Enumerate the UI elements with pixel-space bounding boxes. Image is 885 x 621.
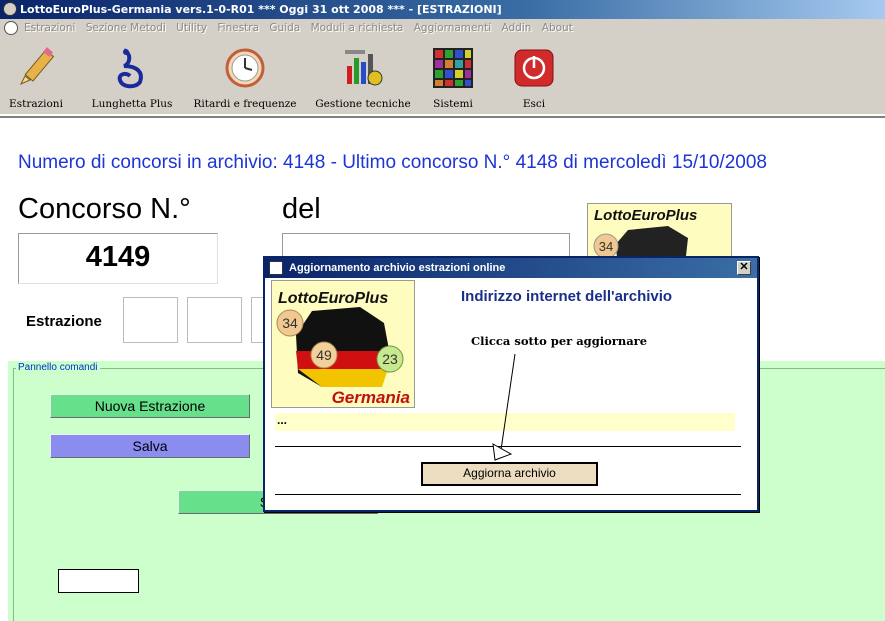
sistemi-button[interactable]: Sistemi [420, 42, 486, 112]
del-label: del [282, 193, 321, 225]
lunghetta-plus-button[interactable]: Lunghetta Plus [84, 42, 180, 112]
estrazioni-button[interactable]: Estrazioni [4, 42, 68, 112]
toolbar: Estrazioni Lunghetta Plus Ritardi e freq… [0, 38, 885, 114]
small-input-field[interactable] [58, 569, 139, 593]
concorso-number-field[interactable]: 4149 [18, 233, 218, 284]
window-title: LottoEuroPlus-Germania vers.1-0-R01 *** … [20, 3, 502, 16]
salva-button[interactable]: Salva [50, 434, 250, 458]
svg-text:49: 49 [316, 347, 332, 363]
power-icon [514, 49, 554, 87]
lottery-hand-icon [117, 48, 143, 89]
concorso-label: Concorso N.° [18, 193, 191, 225]
menu-finestra[interactable]: Finestra [217, 19, 259, 38]
dialog-title: Aggiornamento archivio estrazioni online [289, 262, 506, 274]
app-icon [3, 2, 17, 16]
update-archive-dialog: Aggiornamento archivio estrazioni online… [263, 256, 759, 512]
dialog-title-bar: Aggiornamento archivio estrazioni online [265, 258, 757, 278]
aggiorna-archivio-button[interactable]: Aggiorna archivio [421, 462, 598, 486]
archive-info-text: Numero di concorsi in archivio: 4148 - U… [18, 152, 767, 173]
ritardi-frequenze-button[interactable]: Ritardi e frequenze [188, 42, 302, 112]
esci-button[interactable]: Esci [504, 42, 564, 112]
divider-top [275, 446, 741, 447]
close-icon[interactable]: ✕ [737, 261, 751, 275]
grid-icon [433, 48, 473, 88]
menu-aggiornamenti[interactable]: Aggiornamenti [414, 19, 491, 38]
click-hint-text: Clicca sotto per aggiornare [471, 334, 648, 348]
menu-moduli[interactable]: Moduli a richiesta [311, 19, 404, 38]
tools-chart-icon [345, 50, 383, 86]
svg-text:34: 34 [599, 239, 613, 254]
clock-icon [225, 48, 265, 88]
gestione-tecniche-button[interactable]: Gestione tecniche [310, 42, 416, 112]
command-panel-legend: Pannello comandi [16, 362, 100, 373]
divider-bottom [275, 494, 741, 495]
number-field-1[interactable] [123, 297, 178, 343]
svg-text:Germania: Germania [332, 388, 410, 407]
menu-addin[interactable]: Addin [502, 19, 532, 38]
svg-text:23: 23 [382, 351, 398, 367]
svg-text:LottoEuroPlus: LottoEuroPlus [278, 290, 388, 307]
nuova-estrazione-button[interactable]: Nuova Estrazione [50, 394, 250, 418]
dialog-heading: Indirizzo internet dell'archivio [461, 288, 673, 305]
archive-url-field[interactable]: ... [275, 413, 735, 431]
estrazione-label: Estrazione [26, 313, 102, 330]
window-title-bar: LottoEuroPlus-Germania vers.1-0-R01 *** … [0, 0, 885, 19]
menu-about[interactable]: About [542, 19, 573, 38]
number-field-2[interactable] [187, 297, 242, 343]
lottoeuroplus-germania-logo: LottoEuroPlus 34 49 23 Germania [272, 281, 414, 407]
dialog-logo: LottoEuroPlus 34 49 23 Germania [271, 280, 415, 408]
svg-text:34: 34 [282, 315, 298, 331]
menu-sezione-metodi[interactable]: Sezione Metodi [86, 19, 166, 38]
menu-guida[interactable]: Guida [269, 19, 300, 38]
menu-estrazioni[interactable]: Estrazioni [24, 19, 75, 38]
pencil-icon [19, 47, 55, 86]
menu-bar: Estrazioni Sezione Metodi Utility Finest… [0, 19, 885, 38]
menu-utility[interactable]: Utility [176, 19, 207, 38]
mdi-child-icon[interactable] [4, 21, 18, 35]
dialog-app-icon [269, 261, 283, 275]
